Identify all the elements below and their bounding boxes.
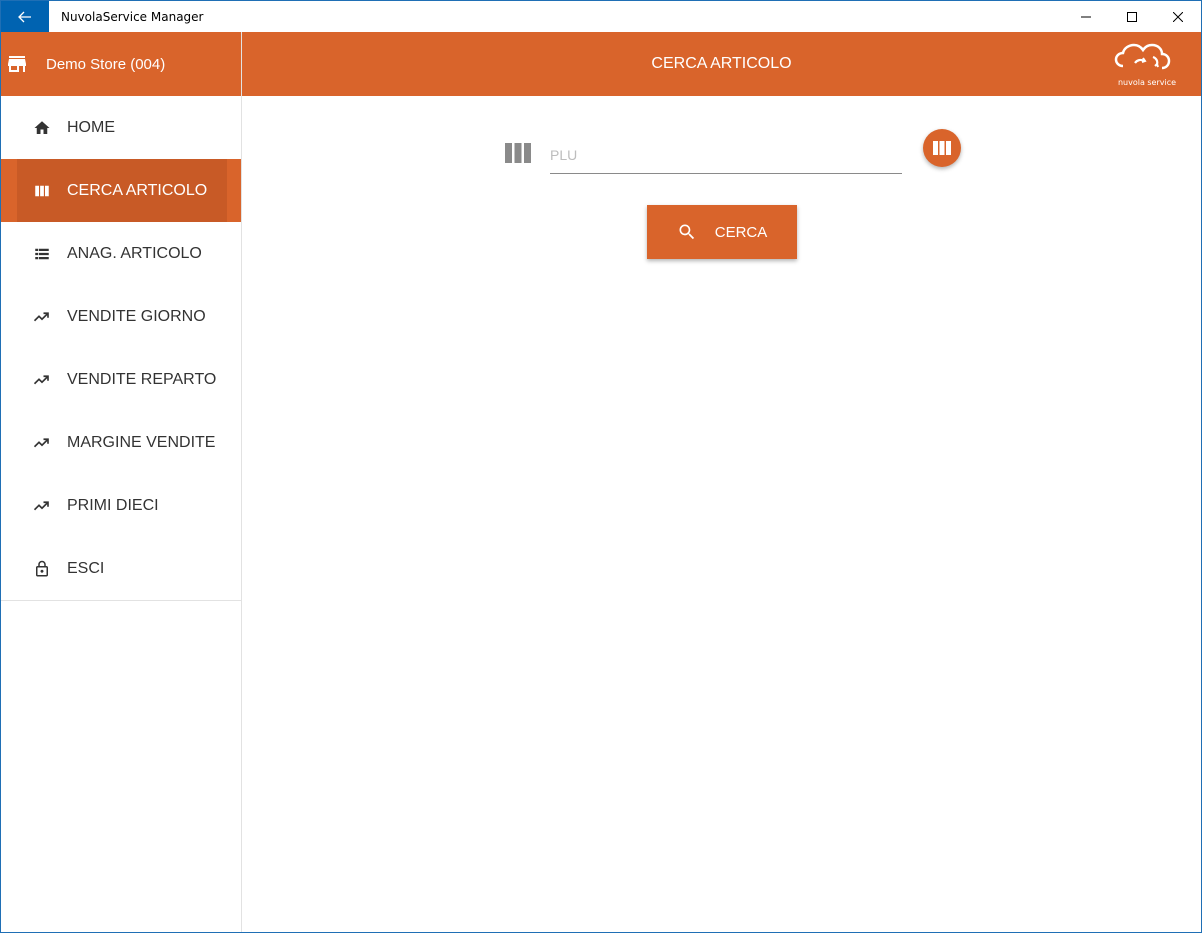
sidebar: Demo Store (004) HOME CERCA ARTICOLO ANA… [1, 32, 242, 932]
sidebar-item-label: PRIMI DIECI [67, 496, 159, 514]
minimize-button[interactable] [1063, 1, 1109, 32]
store-icon [8, 56, 26, 72]
close-icon [1173, 11, 1183, 22]
maximize-button[interactable] [1109, 1, 1155, 32]
barcode-icon [505, 143, 531, 163]
nuvola-service-logo: nuvola service [1114, 43, 1176, 87]
sidebar-item-label: MARGINE VENDITE [67, 433, 216, 451]
page-title: CERCA ARTICOLO [651, 55, 792, 72]
page-header: CERCA ARTICOLO nuvola service [242, 32, 1201, 96]
sidebar-item-label: HOME [67, 118, 115, 136]
lock-icon [32, 559, 52, 579]
search-button[interactable]: CERCA [647, 205, 797, 259]
scan-barcode-button[interactable] [923, 129, 961, 167]
barcode-icon [933, 141, 951, 155]
window-controls [1063, 1, 1201, 32]
sidebar-item-label: CERCA ARTICOLO [67, 181, 208, 199]
back-button[interactable] [1, 1, 49, 32]
store-header: Demo Store (004) [1, 32, 241, 96]
store-name: Demo Store (004) [46, 55, 166, 73]
sidebar-item-cerca-articolo[interactable]: CERCA ARTICOLO [1, 159, 241, 222]
minimize-icon [1081, 16, 1091, 17]
main-content: CERCA [243, 96, 1201, 932]
list-icon [32, 244, 52, 264]
sidebar-item-label: ANAG. ARTICOLO [67, 244, 202, 262]
sidebar-item-label: VENDITE REPARTO [67, 370, 217, 388]
nav-list: HOME CERCA ARTICOLO ANAG. ARTICOLO VENDI… [1, 96, 241, 601]
maximize-icon [1127, 11, 1137, 22]
sidebar-item-anag-articolo[interactable]: ANAG. ARTICOLO [1, 222, 241, 285]
app-title: NuvolaService Manager [61, 9, 204, 24]
trending-up-icon [32, 370, 52, 390]
sidebar-item-esci[interactable]: ESCI [1, 537, 241, 600]
sidebar-item-margine-vendite[interactable]: MARGINE VENDITE [1, 411, 241, 474]
arrow-left-icon [18, 11, 31, 22]
sidebar-item-vendite-giorno[interactable]: VENDITE GIORNO [1, 285, 241, 348]
sidebar-item-home[interactable]: HOME [1, 96, 241, 159]
sidebar-item-vendite-reparto[interactable]: VENDITE REPARTO [1, 348, 241, 411]
sidebar-item-label: VENDITE GIORNO [67, 307, 206, 325]
trending-up-icon [32, 307, 52, 327]
sidebar-item-label: ESCI [67, 559, 105, 577]
trending-up-icon [32, 433, 52, 453]
search-icon [677, 222, 697, 242]
title-bar: NuvolaService Manager [1, 1, 1201, 32]
plu-input[interactable] [550, 136, 902, 174]
svg-text:nuvola service: nuvola service [1118, 78, 1176, 87]
search-button-label: CERCA [714, 223, 768, 241]
close-button[interactable] [1155, 1, 1201, 32]
sidebar-item-primi-dieci[interactable]: PRIMI DIECI [1, 474, 241, 537]
app-window: NuvolaService Manager Demo Store (004) H… [0, 0, 1202, 933]
trending-up-icon [32, 496, 52, 516]
home-icon [32, 118, 52, 138]
barcode-icon [32, 181, 52, 201]
